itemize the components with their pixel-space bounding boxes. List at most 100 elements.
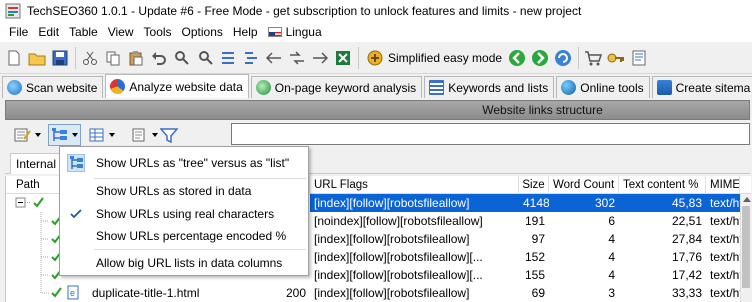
- column-header-url-flags[interactable]: URL Flags: [310, 176, 519, 194]
- menu-table[interactable]: Table: [64, 22, 103, 42]
- tab-analyze-website-data[interactable]: Analyze website data: [105, 74, 249, 98]
- menu-gutter: [61, 180, 91, 202]
- excel-export-icon[interactable]: [332, 47, 354, 69]
- column-header-text-content[interactable]: Text content %: [619, 176, 706, 194]
- menu-item-tree-vs-list[interactable]: Show URLs as "tree" versus as "list": [61, 152, 307, 174]
- size-cell: 152: [524, 250, 545, 264]
- move-left-icon[interactable]: [263, 47, 285, 69]
- menu-edit[interactable]: Edit: [33, 22, 64, 42]
- copy-icon[interactable]: [102, 47, 124, 69]
- tree-view-icon: [61, 152, 91, 174]
- menu-item-urls-percentage-encoded[interactable]: Show URLs percentage encoded %: [61, 225, 307, 247]
- text-content-cell: 17,42: [671, 268, 702, 282]
- section-title: Website links structure: [482, 103, 603, 117]
- vertical-scrollbar[interactable]: [740, 194, 751, 302]
- compare-icon[interactable]: [286, 47, 308, 69]
- menu-file[interactable]: File: [4, 22, 33, 42]
- subtab-internal[interactable]: Internal: [10, 153, 63, 174]
- menu-item-allow-big-url-lists[interactable]: Allow big URL lists in data columns: [61, 252, 307, 274]
- tab-onpage-label: On-page keyword analysis: [274, 80, 417, 95]
- menu-help[interactable]: Help: [228, 22, 263, 42]
- url-flags-cell: [index][follow][robotsfileallow][...: [314, 250, 483, 264]
- tab-scan-website[interactable]: Scan website: [2, 76, 104, 98]
- menu-item-urls-as-stored[interactable]: Show URLs as stored in data: [61, 180, 307, 202]
- cut-icon[interactable]: [79, 47, 101, 69]
- text-content-cell: 45,83: [619, 194, 706, 212]
- help-book-icon[interactable]: [628, 47, 650, 69]
- menu-item-label: Show URLs using real characters: [96, 207, 275, 221]
- svg-text:e: e: [70, 288, 75, 298]
- menu-bar: File Edit Table View Tools Options Help …: [0, 22, 752, 42]
- menu-item-urls-real-characters[interactable]: Show URLs using real characters: [61, 203, 307, 225]
- word-count-cell: 4: [608, 250, 615, 264]
- word-count-cell: 4: [608, 268, 615, 282]
- url-flags-cell: [noindex][follow][robotsfileallow]: [314, 214, 483, 228]
- text-content-cell: 17,76: [671, 250, 702, 264]
- column-header-mime[interactable]: MIME: [706, 176, 740, 194]
- text-content-cell: 22,51: [671, 214, 702, 228]
- refresh-icon[interactable]: [552, 47, 574, 69]
- menu-tools[interactable]: Tools: [139, 22, 177, 42]
- easy-mode-icon: [366, 49, 384, 67]
- edit-options-button[interactable]: [11, 124, 44, 146]
- undo-icon[interactable]: [148, 47, 170, 69]
- menu-separator: [94, 249, 306, 250]
- menu-lingua-label: Lingua: [285, 25, 322, 39]
- toolbar-separator: [358, 46, 359, 69]
- paste-icon[interactable]: [125, 47, 147, 69]
- columns-options-button[interactable]: [85, 124, 118, 146]
- back-arrow-icon[interactable]: [506, 47, 528, 69]
- tab-online-tools[interactable]: Online tools: [556, 76, 650, 98]
- new-project-icon[interactable]: [3, 47, 25, 69]
- tab-keywords-and-lists[interactable]: Keywords and lists: [424, 76, 555, 98]
- url-view-dropdown-arrow: [72, 133, 78, 137]
- tab-online-tools-label: Online tools: [580, 80, 644, 95]
- toolbar-separator: [75, 46, 76, 69]
- globe-icon: [561, 80, 577, 95]
- collapse-all-icon[interactable]: [240, 47, 262, 69]
- menu-gutter: [61, 225, 91, 247]
- forward-arrow-icon[interactable]: [529, 47, 551, 69]
- menu-view[interactable]: View: [103, 22, 139, 42]
- analyze-pie-icon: [110, 79, 126, 94]
- tab-on-page-keyword-analysis[interactable]: On-page keyword analysis: [250, 76, 423, 98]
- save-icon[interactable]: [49, 47, 71, 69]
- filter-options-button[interactable]: [128, 124, 181, 146]
- menu-item-label: Allow big URL lists in data columns: [96, 256, 283, 270]
- menu-item-label: Show URLs as stored in data: [96, 184, 252, 198]
- menu-options[interactable]: Options: [177, 22, 228, 42]
- tab-analyze-label: Analyze website data: [129, 79, 243, 94]
- shopping-cart-icon[interactable]: [582, 47, 604, 69]
- find-next-icon[interactable]: [194, 47, 216, 69]
- column-header-word-count[interactable]: Word Count: [549, 176, 619, 194]
- scrollbar-thumb[interactable]: [742, 206, 750, 288]
- tree-view-icon: [52, 128, 67, 141]
- url-flags-cell: [index][follow][robotsfileallow][...: [314, 268, 483, 282]
- section-header: Website links structure: [5, 100, 750, 120]
- word-count-cell: 3: [608, 286, 615, 300]
- url-filter-input[interactable]: [231, 123, 750, 145]
- menu-separator: [94, 178, 306, 179]
- columns-dropdown-arrow: [109, 133, 115, 137]
- app-window: TechSEO360 1.0.1 - Update #6 - Free Mode…: [0, 0, 752, 302]
- menu-lingua[interactable]: Lingua: [263, 22, 327, 42]
- column-header-size[interactable]: Size: [519, 176, 549, 194]
- url-flags-cell: [index][follow][robotsfileallow]: [314, 286, 470, 300]
- move-right-icon[interactable]: [309, 47, 331, 69]
- size-cell: 155: [524, 268, 545, 282]
- key-icon[interactable]: [605, 47, 627, 69]
- mime-cell: text/htm: [710, 232, 740, 246]
- funnel-filter-icon[interactable]: [160, 127, 178, 143]
- table-row[interactable]: e duplicate-title-1.html 200 [index][fol…: [6, 284, 751, 302]
- find-icon[interactable]: [171, 47, 193, 69]
- text-content-cell: 33,33: [671, 286, 702, 300]
- expand-all-icon[interactable]: [217, 47, 239, 69]
- open-folder-icon[interactable]: [26, 47, 48, 69]
- mime-cell: text/htm: [710, 286, 740, 300]
- menu-item-label: Show URLs percentage encoded %: [96, 229, 287, 243]
- scroll-up-arrow-icon[interactable]: [743, 197, 751, 202]
- tab-create-sitemap[interactable]: Create sitema: [651, 76, 752, 98]
- url-view-options-button[interactable]: [48, 124, 81, 146]
- simplified-easy-mode-button[interactable]: Simplified easy mode: [362, 46, 506, 70]
- word-count-cell: 302: [549, 194, 619, 212]
